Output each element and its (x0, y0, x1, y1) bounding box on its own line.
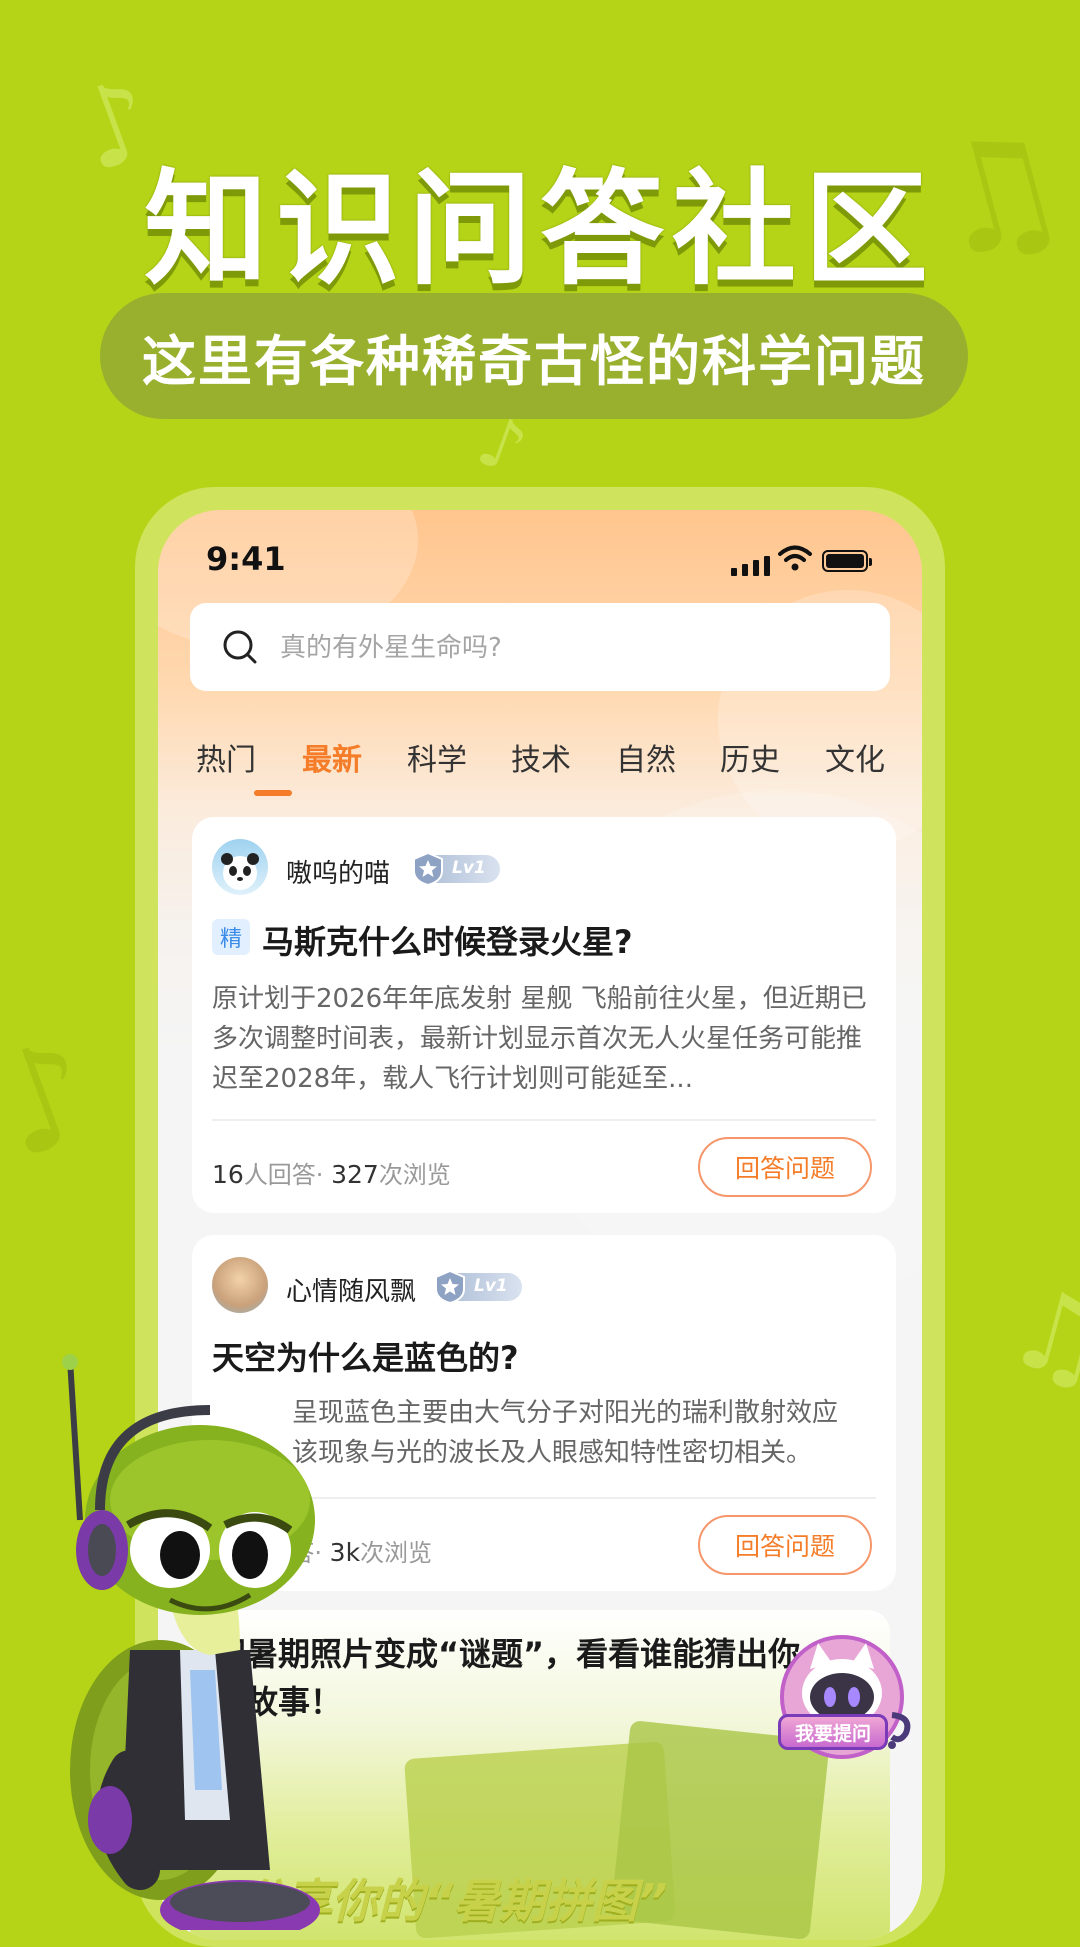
hero-subtitle: 这里有各种稀奇古怪的科学问题 (100, 293, 968, 419)
status-bar: 9:41 (158, 510, 922, 610)
level-badge: Lv1 (435, 1269, 522, 1305)
active-tab-indicator (254, 790, 292, 796)
star-badge-icon (413, 851, 443, 887)
robot-cat-icon[interactable] (770, 1625, 920, 1775)
question-stats: 16人回答· 327次浏览 (212, 1155, 451, 1190)
ask-question-button[interactable]: 我要提问 (778, 1714, 888, 1750)
tab-science[interactable]: 科学 (407, 735, 467, 779)
question-excerpt-line-2: 该现象与光的波长及人眼感知特性密切相关。 (292, 1438, 813, 1468)
question-title[interactable]: 马斯克什么时候登录火星? (262, 917, 633, 963)
username[interactable]: 心情随风飘 (286, 1271, 416, 1308)
question-card[interactable]: 嗷呜的喵 Lv1 精 马斯克什么时候登录火星? 原计划于2026年年底发射 星舰… (192, 817, 896, 1213)
battery-icon (822, 550, 872, 572)
level-text: Lv1 (474, 1276, 508, 1296)
search-input[interactable] (278, 603, 862, 693)
card-divider (212, 1119, 876, 1121)
tab-history[interactable]: 历史 (720, 735, 780, 779)
answers-label: 人回答· (243, 1161, 324, 1189)
views-count: 327 (331, 1160, 379, 1189)
avatar[interactable] (212, 839, 268, 895)
level-badge: Lv1 (413, 851, 500, 887)
views-label: 次浏览 (378, 1161, 451, 1189)
status-time: 9:41 (206, 540, 286, 578)
tab-technology[interactable]: 技术 (511, 735, 571, 779)
music-note-icon: ♫ (995, 1260, 1080, 1410)
cellular-signal-icon (731, 554, 770, 576)
level-text: Lv1 (452, 858, 486, 878)
answer-question-button[interactable]: 回答问题 (698, 1137, 872, 1197)
tab-hot[interactable]: 热门 (196, 735, 256, 779)
turtle-mascot-illustration (62, 1354, 320, 1930)
search-icon (223, 630, 257, 664)
search-bar[interactable] (190, 603, 890, 693)
answers-count: 16 (212, 1160, 244, 1189)
panda-avatar-icon (221, 853, 259, 890)
star-badge-icon (435, 1269, 465, 1305)
music-note-icon: ♪ (0, 1007, 115, 1192)
featured-tag: 精 (212, 919, 250, 955)
username[interactable]: 嗷呜的喵 (286, 853, 390, 890)
tab-latest[interactable]: 最新 (302, 735, 362, 779)
question-excerpt-line-1: 呈现蓝色主要由大气分子对阳光的瑞利散射效应 (292, 1398, 839, 1428)
hero-title: 知识问答社区 (143, 158, 936, 302)
wifi-icon (778, 545, 812, 571)
answer-question-button[interactable]: 回答问题 (698, 1515, 872, 1575)
tab-culture[interactable]: 文化 (825, 735, 885, 779)
tab-nature[interactable]: 自然 (616, 735, 676, 779)
question-excerpt: 原计划于2026年年底发射 星舰 飞船前往火星，但近期已多次调整时间表，最新计划… (212, 984, 867, 1094)
avatar[interactable] (212, 1257, 268, 1313)
